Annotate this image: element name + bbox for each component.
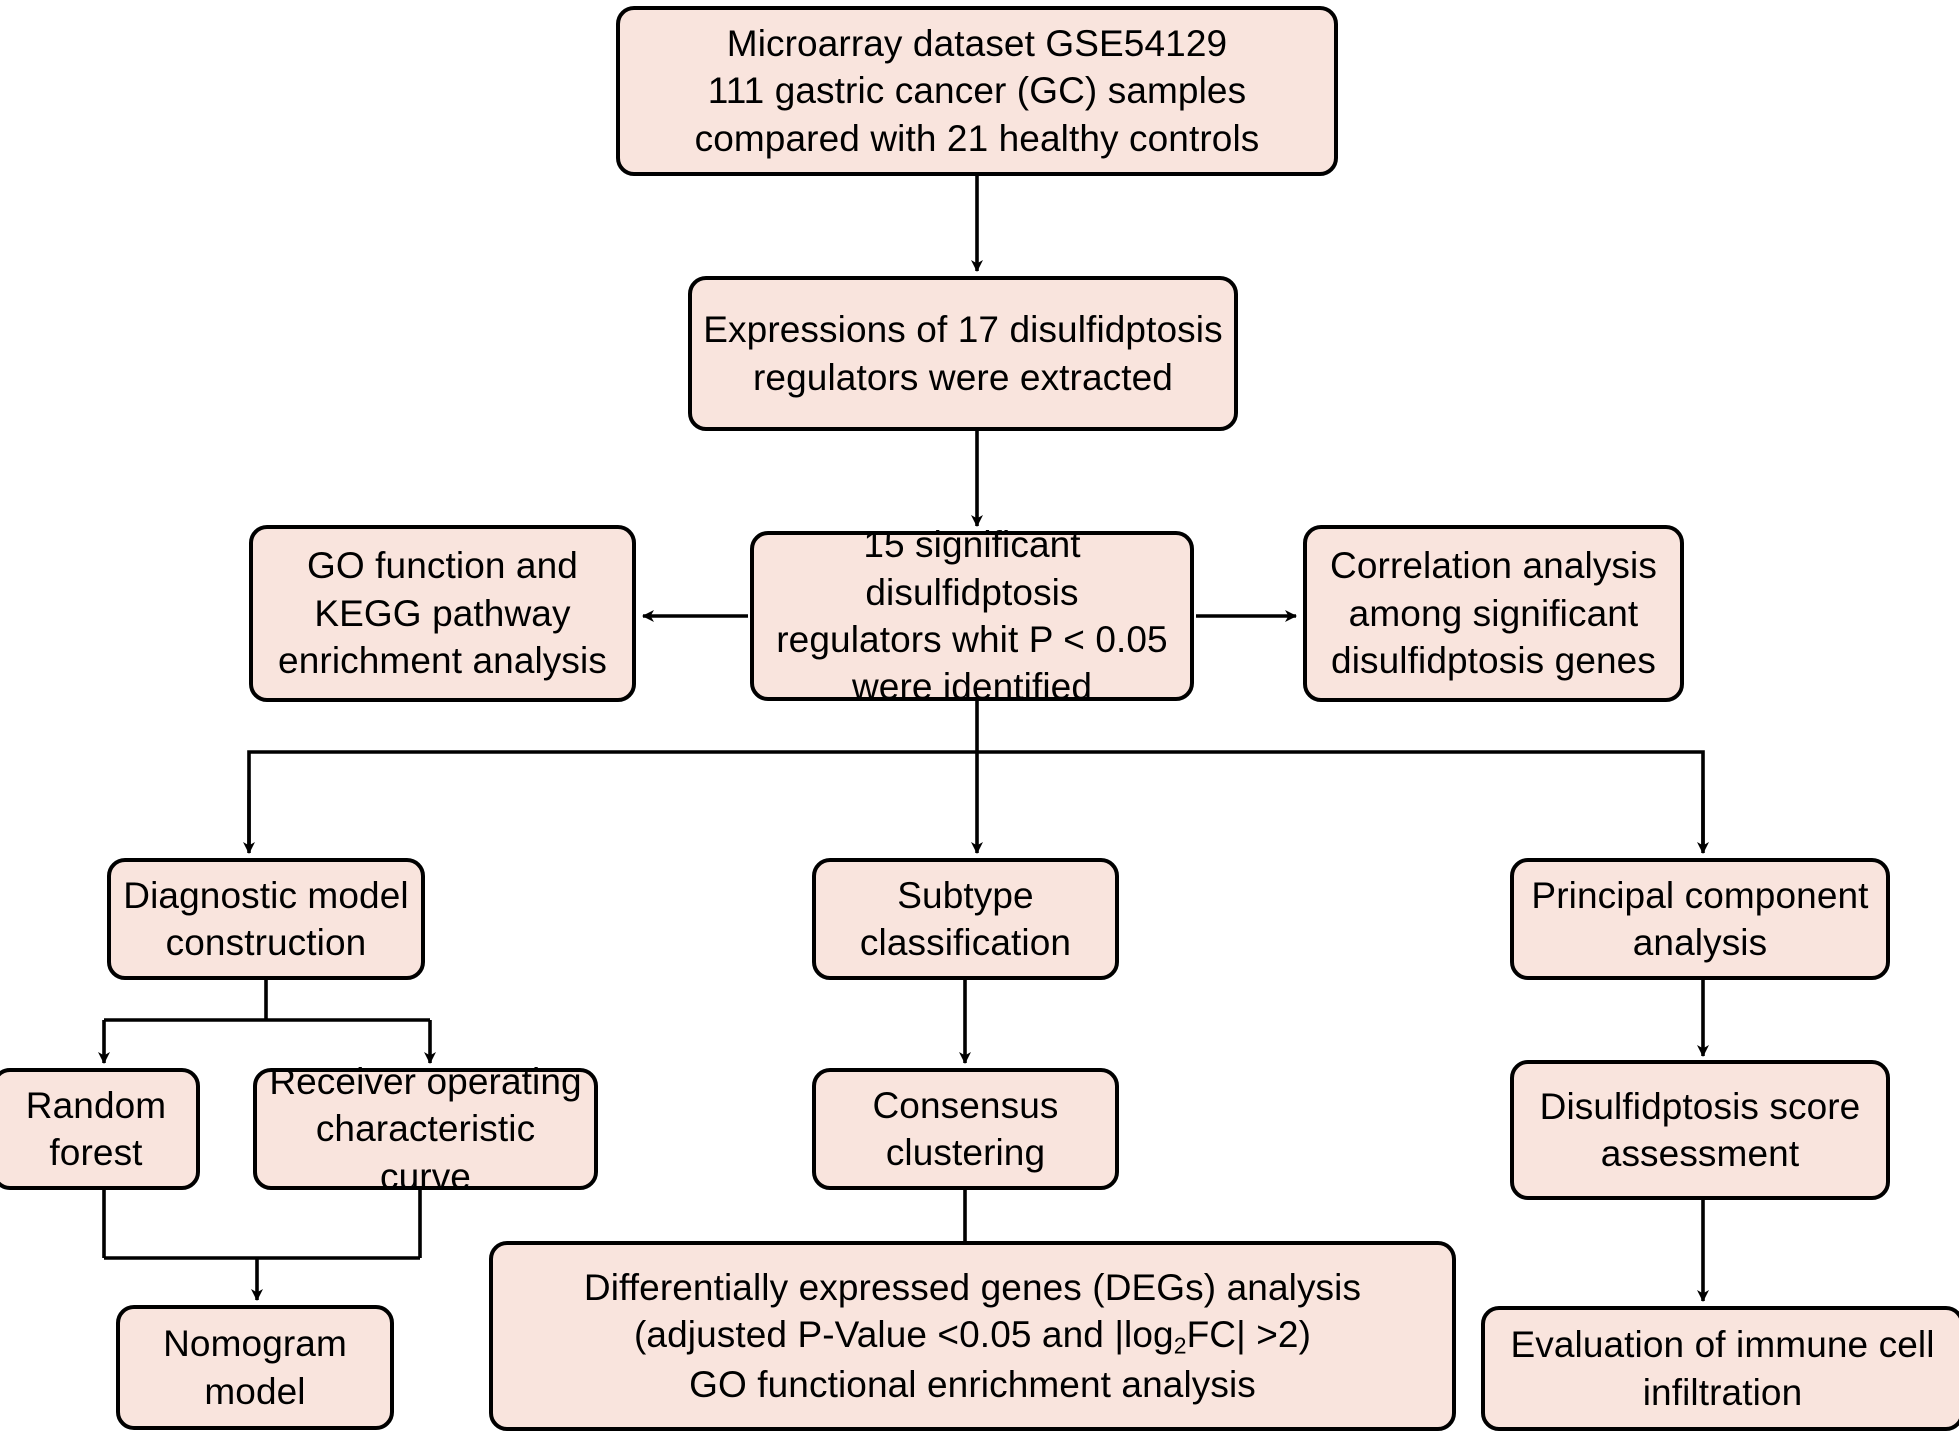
node-disulfidptosis-score-label: Disulfidptosis score assessment (1539, 1085, 1861, 1174)
node-roc-curve[interactable]: Receiver operating characteristic curve (253, 1061, 598, 1197)
node-dataset-label: Microarray dataset GSE54129 111 gastric … (694, 22, 1260, 159)
node-principal-component-analysis[interactable]: Principal component analysis (1510, 858, 1890, 980)
edge-bus-right (977, 750, 1705, 850)
edge-bus-left (247, 750, 977, 850)
node-correlation-analysis[interactable]: Correlation analysis among significant d… (1303, 525, 1684, 702)
node-go-kegg-enrichment[interactable]: GO function and KEGG pathway enrichment … (249, 525, 636, 702)
flowchart-canvas: Microarray dataset GSE54129 111 gastric … (0, 0, 1959, 1436)
node-degs-analysis[interactable]: Differentially expressed genes (DEGs) an… (489, 1241, 1456, 1431)
node-consensus-clustering[interactable]: Consensus clustering (812, 1068, 1119, 1190)
node-degs-line-2: (adjusted P-Value <0.05 and |log2FC| >2) (633, 1314, 1312, 1359)
node-subtype-classification[interactable]: Subtype classification (812, 858, 1119, 980)
node-roc-curve-label: Receiver operating characteristic curve (269, 1060, 582, 1197)
node-degs-line-3: GO functional enrichment analysis (689, 1363, 1256, 1405)
node-consensus-clustering-label: Consensus clustering (872, 1084, 1059, 1173)
node-immune-infiltration[interactable]: Evaluation of immune cell infiltration (1481, 1306, 1959, 1431)
node-significant-regulators-label: 15 significant disulfidptosis regulators… (776, 524, 1168, 708)
node-subtype-classification-label: Subtype classification (859, 874, 1072, 963)
node-degs-line-1: Differentially expressed genes (DEGs) an… (583, 1266, 1362, 1308)
node-diagnostic-model[interactable]: Diagnostic model construction (107, 858, 425, 980)
node-correlation-analysis-label: Correlation analysis among significant d… (1330, 545, 1657, 682)
node-dataset[interactable]: Microarray dataset GSE54129 111 gastric … (616, 6, 1338, 176)
node-random-forest[interactable]: Random forest (0, 1068, 200, 1190)
node-go-kegg-enrichment-label: GO function and KEGG pathway enrichment … (278, 545, 607, 682)
node-nomogram-model[interactable]: Nomogram model (116, 1305, 394, 1430)
connector-layer (98, 176, 1709, 1302)
node-expressions-label: Expressions of 17 disulfidptosis regulat… (703, 309, 1223, 398)
node-disulfidptosis-score[interactable]: Disulfidptosis score assessment (1510, 1060, 1890, 1200)
node-principal-component-analysis-label: Principal component analysis (1531, 874, 1869, 963)
node-nomogram-model-label: Nomogram model (163, 1323, 347, 1412)
node-random-forest-label: Random forest (25, 1084, 167, 1173)
node-immune-infiltration-label: Evaluation of immune cell infiltration (1510, 1324, 1935, 1413)
node-diagnostic-model-label: Diagnostic model construction (123, 874, 409, 963)
node-expressions[interactable]: Expressions of 17 disulfidptosis regulat… (688, 276, 1238, 431)
node-significant-regulators[interactable]: 15 significant disulfidptosis regulators… (750, 524, 1194, 707)
